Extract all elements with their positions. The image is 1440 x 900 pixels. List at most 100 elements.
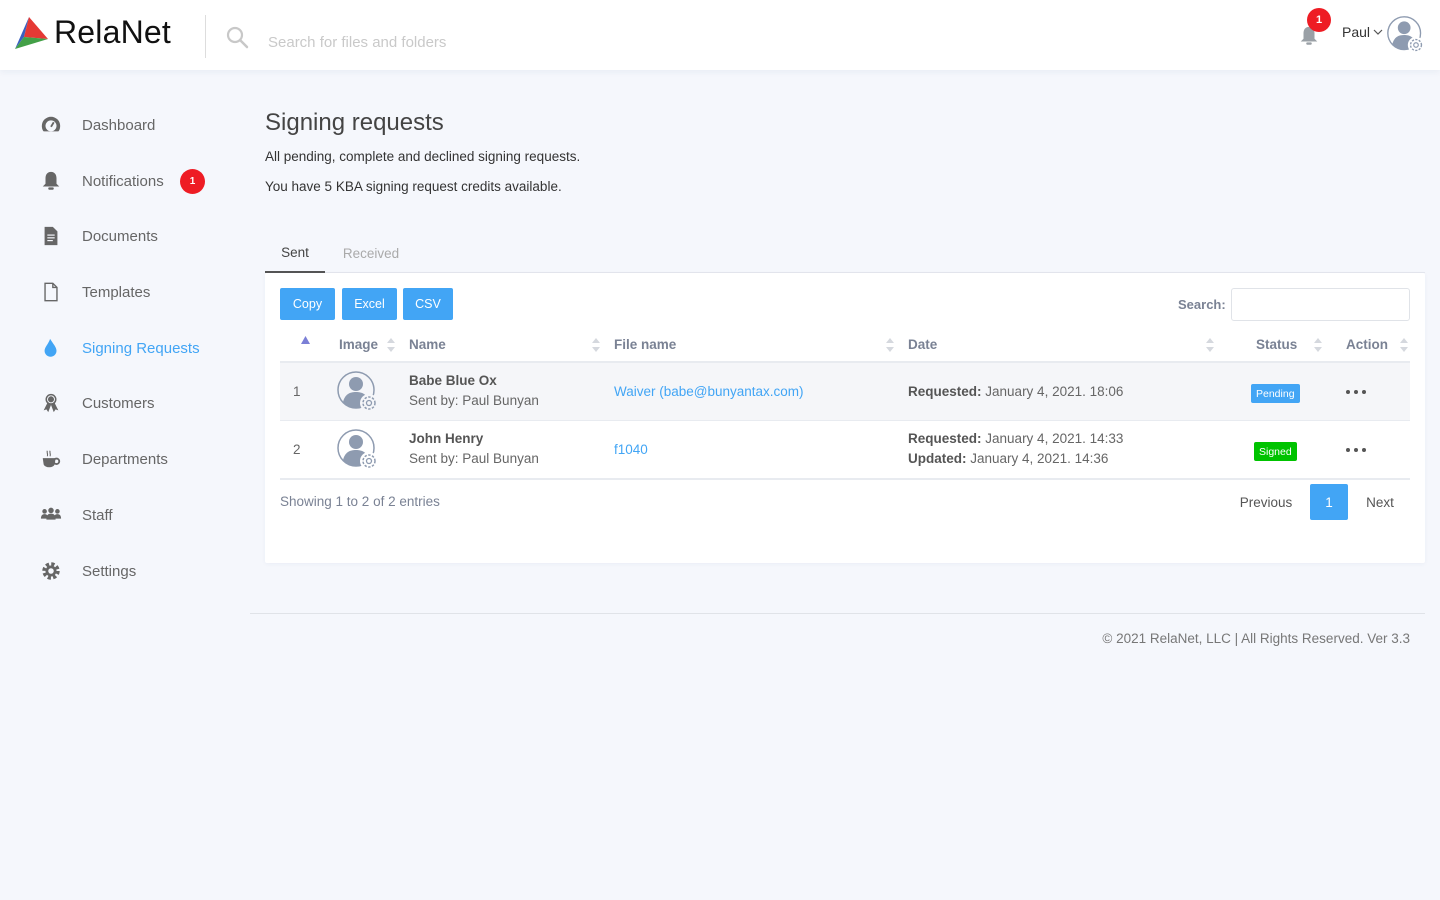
blank-file-icon bbox=[40, 281, 62, 303]
column-header-action[interactable]: Action bbox=[1346, 328, 1410, 361]
pagination-previous[interactable]: Previous bbox=[1228, 484, 1304, 520]
sort-icon bbox=[1206, 338, 1214, 352]
pagination-next[interactable]: Next bbox=[1353, 484, 1407, 520]
sidebar-item-signing-requests[interactable]: Signing Requests bbox=[40, 333, 240, 363]
header-divider bbox=[205, 15, 206, 58]
row-number: 1 bbox=[293, 384, 301, 399]
table-search-input[interactable] bbox=[1231, 288, 1410, 321]
user-avatar[interactable] bbox=[1386, 15, 1426, 55]
column-header-label: Image bbox=[339, 337, 379, 352]
sidebar-item-templates[interactable]: Templates bbox=[40, 277, 240, 307]
column-header-label: Status bbox=[1256, 337, 1298, 352]
customer-avatar-icon bbox=[337, 371, 378, 412]
requested-label: Requested: bbox=[908, 431, 982, 446]
table-info: Showing 1 to 2 of 2 entries bbox=[280, 494, 440, 509]
bell-icon bbox=[40, 170, 62, 192]
row-sender: Sent by: Paul Bunyan bbox=[409, 451, 539, 466]
notification-count-badge[interactable]: 1 bbox=[1307, 8, 1331, 32]
updated-label: Updated: bbox=[908, 451, 967, 466]
sidebar-item-label: Customers bbox=[82, 394, 155, 412]
sidebar-item-dashboard[interactable]: Dashboard bbox=[40, 110, 240, 140]
more-dots-icon bbox=[1362, 390, 1366, 394]
pagination-page-1[interactable]: 1 bbox=[1310, 484, 1348, 520]
requested-value: January 4, 2021. 14:33 bbox=[985, 431, 1124, 446]
row-actions-menu[interactable] bbox=[1346, 443, 1368, 457]
column-header-name[interactable]: Name bbox=[409, 328, 609, 361]
gear-icon bbox=[40, 560, 62, 582]
sidebar-item-label: Staff bbox=[82, 506, 113, 524]
row-number: 2 bbox=[293, 442, 301, 457]
row-file-link[interactable]: Waiver (babe@bunyantax.com) bbox=[614, 384, 804, 399]
status-badge: Signed bbox=[1254, 442, 1297, 461]
coffee-cup-icon bbox=[40, 448, 62, 470]
column-header-label: Date bbox=[908, 337, 938, 352]
user-name: Paul bbox=[1342, 24, 1371, 40]
sidebar: Dashboard Notifications 1 Documents Temp… bbox=[0, 70, 250, 900]
logo[interactable]: RelaNet bbox=[14, 14, 171, 51]
sort-icon bbox=[886, 338, 894, 352]
sidebar-item-staff[interactable]: Staff bbox=[40, 500, 240, 530]
table-header: Image Name File name Date Status Action bbox=[280, 328, 1410, 363]
sort-ascending-icon bbox=[301, 336, 310, 344]
footer-copyright: © 2021 RelaNet, LLC | All Rights Reserve… bbox=[1102, 631, 1410, 646]
sort-icon bbox=[1400, 338, 1408, 352]
updated-value: January 4, 2021. 14:36 bbox=[970, 451, 1109, 466]
customer-avatar-icon bbox=[337, 429, 378, 470]
drop-icon bbox=[40, 337, 62, 359]
chevron-down-icon bbox=[1373, 29, 1383, 35]
row-requested-date: Requested: January 4, 2021. 18:06 bbox=[908, 384, 1123, 399]
row-requested-date: Requested: January 4, 2021. 14:33 bbox=[908, 431, 1123, 446]
csv-button[interactable]: CSV bbox=[403, 288, 453, 320]
page-title: Signing requests bbox=[265, 109, 444, 136]
tabs: Sent Received bbox=[265, 234, 1425, 273]
sidebar-item-label: Departments bbox=[82, 450, 168, 468]
notifications-count-badge: 1 bbox=[180, 168, 205, 194]
more-dots-icon bbox=[1346, 390, 1350, 394]
sidebar-item-notifications[interactable]: Notifications 1 bbox=[40, 166, 240, 196]
app-name: RelaNet bbox=[54, 14, 172, 50]
row-actions-menu[interactable] bbox=[1346, 385, 1368, 399]
relanet-logo-icon bbox=[15, 16, 48, 49]
column-header-image[interactable]: Image bbox=[339, 328, 399, 361]
global-search-input[interactable] bbox=[260, 28, 660, 56]
copy-button[interactable]: Copy bbox=[280, 288, 335, 320]
dashboard-gauge-icon bbox=[40, 114, 62, 136]
column-header-label: Action bbox=[1346, 337, 1388, 352]
excel-button[interactable]: Excel bbox=[342, 288, 397, 320]
award-ribbon-icon bbox=[40, 392, 62, 414]
row-customer-name: John Henry bbox=[409, 431, 484, 446]
user-menu-toggle[interactable]: Paul bbox=[1342, 24, 1383, 40]
row-customer-name: Babe Blue Ox bbox=[409, 373, 497, 388]
column-header-status[interactable]: Status bbox=[1256, 328, 1331, 361]
search-icon[interactable] bbox=[225, 25, 249, 49]
tab-received[interactable]: Received bbox=[335, 234, 407, 273]
more-dots-icon bbox=[1346, 448, 1350, 452]
sidebar-item-settings[interactable]: Settings bbox=[40, 556, 240, 586]
row-file-link[interactable]: f1040 bbox=[614, 442, 648, 457]
more-dots-icon bbox=[1362, 448, 1366, 452]
document-icon bbox=[40, 225, 62, 247]
row-sender: Sent by: Paul Bunyan bbox=[409, 393, 539, 408]
sidebar-item-label: Templates bbox=[82, 283, 151, 301]
column-header-label: File name bbox=[614, 337, 677, 352]
more-dots-icon bbox=[1354, 390, 1358, 394]
sidebar-item-label: Signing Requests bbox=[82, 339, 200, 357]
requested-value: January 4, 2021. 18:06 bbox=[985, 384, 1124, 399]
table-row: 2 John Henry Sent by: Paul Bunyan f1040 … bbox=[280, 421, 1410, 480]
sidebar-item-departments[interactable]: Departments bbox=[40, 444, 240, 474]
sidebar-item-label: Documents bbox=[82, 227, 158, 245]
tab-sent[interactable]: Sent bbox=[265, 234, 325, 273]
kba-credits-text: You have 5 KBA signing request credits a… bbox=[265, 179, 562, 194]
more-dots-icon bbox=[1354, 448, 1358, 452]
column-header-file-name[interactable]: File name bbox=[614, 328, 904, 361]
sidebar-item-customers[interactable]: Customers bbox=[40, 388, 240, 418]
sort-icon bbox=[1314, 338, 1322, 352]
sort-icon bbox=[592, 338, 600, 352]
column-header-index[interactable] bbox=[280, 328, 330, 361]
page-subtitle: All pending, complete and declined signi… bbox=[265, 149, 581, 164]
sidebar-item-documents[interactable]: Documents bbox=[40, 221, 240, 251]
column-header-label: Name bbox=[409, 337, 446, 352]
sidebar-item-label: Settings bbox=[82, 562, 137, 580]
column-header-date[interactable]: Date bbox=[908, 328, 1228, 361]
users-group-icon bbox=[40, 504, 62, 526]
